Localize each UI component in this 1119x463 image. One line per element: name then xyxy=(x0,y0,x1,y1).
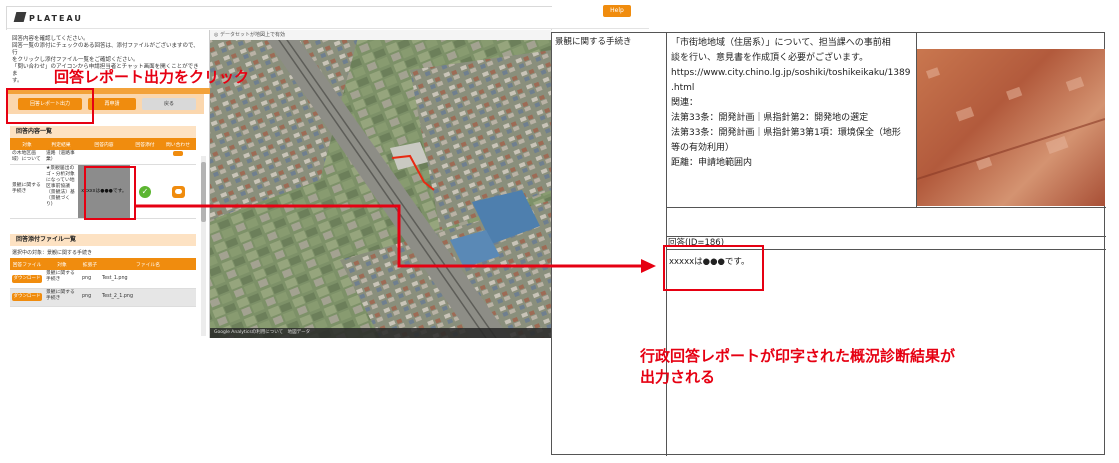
description-line: https://www.city.chino.lg.jp/soshiki/tos… xyxy=(671,68,911,78)
map-toolbar: ◎ データセットが地図上で有効 xyxy=(210,30,552,40)
description-line: 「市街地地域（住居系）」について、担当課への事前相 xyxy=(671,38,891,48)
description-line: 関連： xyxy=(671,98,699,108)
diagnosis-map-image xyxy=(917,49,1105,206)
column-header: 回答内容 xyxy=(78,138,130,150)
table-row[interactable]: の木地区画域）について 道路（道路事業） xyxy=(10,150,196,165)
target-cell: 景観に関する手続き xyxy=(10,164,44,219)
target-cell: の木地区画域）について xyxy=(10,150,44,165)
click-instruction-label: 回答レポート出力をクリック xyxy=(54,68,250,86)
document-answer-highlight xyxy=(663,245,764,291)
chat-icon[interactable] xyxy=(171,185,185,198)
description-line: 距離：申請地範囲内 xyxy=(671,158,753,168)
filename-cell: Test_2_1.png xyxy=(100,288,196,307)
logo-text: PLATEAU xyxy=(29,14,83,23)
report-button-highlight xyxy=(6,88,94,124)
description-line: .html xyxy=(671,83,695,93)
back-button[interactable]: 戻る xyxy=(142,98,196,110)
column-header: 判定結果 xyxy=(44,138,78,150)
procedure-description: 「市街地地域（住居系）」について、担当課への事前相 談を行い、意見書を作成頂く必… xyxy=(671,36,915,171)
files-section-subtitle: 選択中の対象：景観に関する手続き xyxy=(12,250,93,256)
column-header: 拡張子 xyxy=(80,258,100,270)
app-header: PLATEAU xyxy=(7,7,649,29)
result-cell: 道路（道路事業） xyxy=(44,150,78,165)
attach-cell xyxy=(130,150,160,165)
scrollbar-thumb[interactable] xyxy=(201,162,206,222)
plateau-logo-icon xyxy=(13,12,27,22)
column-header: 対象 xyxy=(10,138,44,150)
files-section-title: 回答添付ファイル一覧 xyxy=(10,234,196,246)
check-icon: ✓ xyxy=(139,185,151,198)
map-toolbar-text: データセットが地図上で有効 xyxy=(219,32,285,38)
action-cell: ダウンロード xyxy=(10,270,44,289)
procedure-label: 景観に関する手続き xyxy=(555,37,632,47)
description-line: 法第33条：開発計画｜県指針第2：開発地の選定 xyxy=(671,113,869,123)
ext-cell: png xyxy=(80,270,100,289)
chat-icon[interactable] xyxy=(173,151,183,156)
files-table: 回答ファイル 対象 拡張子 ファイル名 ダウンロード 景観に関する手続き png… xyxy=(10,258,196,307)
inquiry-cell xyxy=(160,150,196,165)
description-line: 談を行い、意見書を作成頂く必要がございます。 xyxy=(671,53,869,63)
column-header: 問い合わせ xyxy=(160,138,196,150)
action-cell: ダウンロード xyxy=(10,288,44,307)
result-note-line: 行政回答レポートが印字された概況診断結果が xyxy=(640,347,956,365)
answer-cell xyxy=(78,150,130,165)
filename-cell: Test_1.png xyxy=(100,270,196,289)
result-cell: ★景観届出のゴ・分析対象になってい地区事前協議（景観法）基（景観づくり) xyxy=(44,164,78,219)
answers-section-title: 回答内容一覧 xyxy=(10,126,196,138)
notice-line: 回答内容を確認してください。 xyxy=(12,36,89,42)
table-row[interactable]: ダウンロード 景観に関する手続き png Test_2_1.png xyxy=(10,288,196,307)
table-row[interactable]: ダウンロード 景観に関する手続き png Test_1.png xyxy=(10,270,196,289)
aerial-3d-map[interactable]: ◎ データセットが地図上で有効 Google Analyticsの利用について … xyxy=(210,30,552,338)
column-header: 対象 xyxy=(44,258,80,270)
reapply-button[interactable]: 再申請 xyxy=(88,98,136,110)
side-panel-scrollbar[interactable] xyxy=(201,156,206,336)
result-note: 行政回答レポートが印字された概況診断結果が 出力される xyxy=(640,346,955,388)
diagnosis-result-document: 景観に関する手続き 「市街地地域（住居系）」について、担当課への事前相 談を行い… xyxy=(551,32,1106,456)
description-line: 法第33条：開発計画｜県指針第3第1項：環境保全（地形 xyxy=(671,128,901,138)
inquiry-cell xyxy=(160,164,196,219)
notice-line: 回答一覧の添付にチェックのある回答は、添付ファイルがございますので、行 xyxy=(12,43,199,56)
result-note-line: 出力される xyxy=(640,368,716,386)
chat-bubble-glyph xyxy=(174,188,182,194)
column-header: 回答ファイル xyxy=(10,258,44,270)
notice-line: をクリックし添付ファイル一覧をご確認ください。 xyxy=(12,57,139,63)
map-footer: Google Analyticsの利用について 地図データ xyxy=(210,328,552,338)
column-header: ファイル名 xyxy=(100,258,196,270)
files-table-header: 回答ファイル 対象 拡張子 ファイル名 xyxy=(10,258,196,270)
answer-cell-highlight xyxy=(84,166,136,220)
ext-cell: png xyxy=(80,288,100,307)
aerial-imagery xyxy=(210,30,552,338)
column-header: 回答添付 xyxy=(130,138,160,150)
plateau-logo: PLATEAU xyxy=(13,12,83,23)
diagnosis-map-graphic xyxy=(917,67,1105,180)
target-cell: 景観に関する手続き xyxy=(44,288,80,307)
download-button[interactable]: ダウンロード xyxy=(12,274,42,283)
help-button[interactable]: Help xyxy=(603,5,631,17)
description-line: 等の有効利用） xyxy=(671,143,735,153)
target-cell: 景観に関する手続き xyxy=(44,270,80,289)
download-button[interactable]: ダウンロード xyxy=(12,293,42,301)
answers-table-header: 対象 判定結果 回答内容 回答添付 問い合わせ xyxy=(10,138,196,150)
